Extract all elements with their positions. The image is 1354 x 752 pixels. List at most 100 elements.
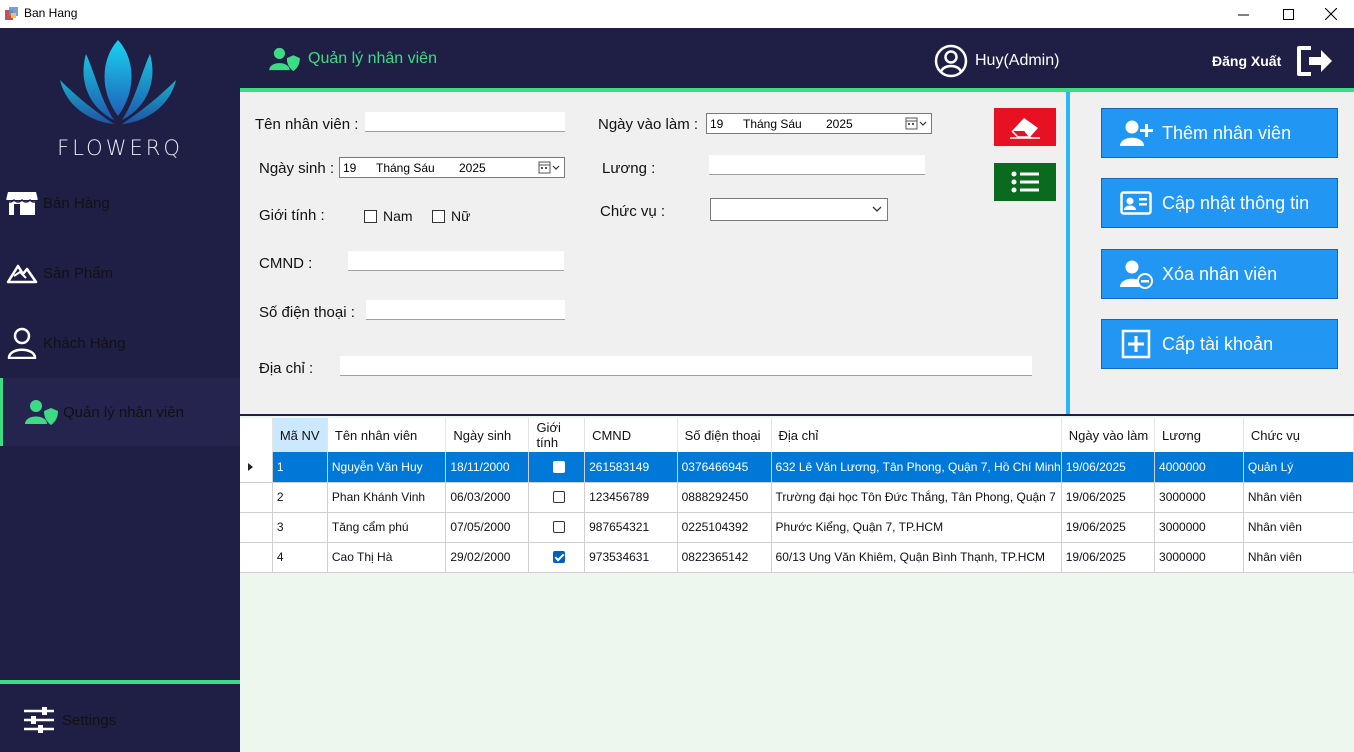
checkbox-unchecked-icon[interactable] — [552, 460, 565, 473]
cell-start[interactable]: 19/06/2025 — [1061, 452, 1156, 483]
column-header[interactable]: Chức vụ — [1243, 418, 1354, 452]
delete-employee-label: Xóa nhân viên — [1162, 263, 1278, 284]
column-header[interactable]: Tên nhân viên — [327, 418, 447, 452]
cell-name[interactable]: Phan Khánh Vinh — [327, 482, 447, 513]
cell-id[interactable]: 4 — [272, 542, 328, 573]
table-header-row: Mã NV Tên nhân viên Ngày sinh Giới tính … — [240, 418, 1354, 452]
settings-button[interactable]: Settings — [0, 700, 240, 740]
table-row[interactable]: 1 Nguyễn Văn Huy 18/11/2000 261583149 037646… — [240, 452, 1354, 483]
cell-position[interactable]: Nhân viên — [1243, 482, 1354, 513]
column-header[interactable]: Giới tính — [528, 418, 586, 452]
position-select[interactable] — [710, 198, 888, 221]
checkbox-unchecked-icon[interactable] — [552, 521, 565, 533]
sidebar-item-label: Quản lý nhân viên — [63, 403, 184, 421]
column-header[interactable]: Ngày sinh — [445, 418, 530, 452]
table-row[interactable]: 2 Phan Khánh Vinh 06/03/2000 123456789 08882… — [240, 482, 1354, 513]
column-header[interactable]: Địa chỉ — [771, 418, 1062, 452]
calendar-dropdown-icon[interactable] — [905, 116, 929, 131]
sidebar-item-san-pham[interactable]: Sản Phẩm — [0, 247, 240, 299]
gender-cell[interactable] — [528, 482, 586, 513]
cell-position[interactable]: Quản Lý — [1243, 452, 1354, 483]
cell-cmnd[interactable]: 987654321 — [584, 512, 678, 543]
sidebar-item-ban-hang[interactable]: Bán Hàng — [0, 177, 240, 229]
cell-position[interactable]: Nhân viên — [1243, 512, 1354, 543]
row-header[interactable] — [240, 482, 273, 513]
gender-female-checkbox[interactable]: Nữ — [432, 208, 470, 224]
birth-date-picker[interactable]: 19 Tháng Sáu 2025 — [339, 157, 565, 178]
checkbox-box[interactable] — [432, 209, 445, 223]
name-input[interactable] — [365, 112, 565, 132]
cell-start[interactable]: 19/06/2025 — [1061, 482, 1156, 513]
column-header[interactable]: CMND — [584, 418, 678, 452]
sidebar-item-quan-ly-nhan-vien[interactable]: Quản lý nhân viên — [0, 378, 240, 446]
table-row[interactable]: 3 Tăng cẩm phú 07/05/2000 987654321 02251043… — [240, 512, 1354, 543]
calendar-dropdown-icon[interactable] — [538, 160, 562, 175]
gender-cell[interactable] — [528, 542, 586, 573]
gender-cell[interactable] — [528, 452, 586, 483]
logout-button[interactable]: Đăng Xuất — [1212, 44, 1333, 78]
column-header[interactable]: Ngày vào làm — [1061, 418, 1156, 452]
chevron-down-icon — [872, 206, 882, 212]
address-input[interactable] — [340, 356, 1032, 376]
checkbox-box[interactable] — [364, 209, 377, 223]
name-label: Tên nhân viên : — [255, 116, 359, 133]
delete-employee-button[interactable]: Xóa nhân viên — [1101, 249, 1338, 299]
start-year: 2025 — [826, 116, 853, 131]
grant-account-button[interactable]: Cấp tài khoản — [1101, 319, 1338, 369]
cell-phone[interactable]: 0376466945 — [677, 452, 772, 483]
cell-salary[interactable]: 4000000 — [1154, 452, 1244, 483]
cell-address[interactable]: 60/13 Ung Văn Khiêm, Quận Bình Thạnh, TP… — [771, 542, 1062, 573]
row-header[interactable] — [240, 452, 273, 483]
row-header[interactable] — [240, 512, 273, 543]
sidebar-item-khach-hang[interactable]: Khách Hàng — [0, 317, 240, 369]
cell-dob[interactable]: 18/11/2000 — [445, 452, 530, 483]
cell-phone[interactable]: 0888292450 — [677, 482, 772, 513]
gender-female-label: Nữ — [451, 208, 471, 224]
minimize-button[interactable] — [1220, 0, 1266, 28]
gender-male-checkbox[interactable]: Nam — [364, 208, 413, 224]
cell-dob[interactable]: 29/02/2000 — [445, 542, 530, 573]
row-header[interactable] — [240, 542, 273, 573]
current-user: Huy(Admin) — [934, 44, 1059, 78]
cell-id[interactable]: 2 — [272, 482, 328, 513]
cell-salary[interactable]: 3000000 — [1154, 512, 1244, 543]
checkbox-unchecked-icon[interactable] — [552, 491, 565, 503]
cell-cmnd[interactable]: 123456789 — [584, 482, 678, 513]
cell-cmnd[interactable]: 973534631 — [584, 542, 678, 573]
cell-phone[interactable]: 0225104392 — [677, 512, 772, 543]
clear-form-button[interactable] — [994, 108, 1056, 146]
update-employee-button[interactable]: Cập nhật thông tin — [1101, 178, 1338, 228]
cell-id[interactable]: 1 — [272, 452, 328, 483]
id-input[interactable] — [348, 251, 564, 271]
cell-phone[interactable]: 0822365142 — [677, 542, 772, 573]
maximize-button[interactable] — [1265, 0, 1311, 28]
table-row[interactable]: 4 Cao Thị Hà 29/02/2000 973534631 0822365142… — [240, 542, 1354, 573]
cell-start[interactable]: 19/06/2025 — [1061, 512, 1156, 543]
checkbox-checked-icon[interactable] — [552, 551, 565, 563]
cell-position[interactable]: Nhân viên — [1243, 542, 1354, 573]
cell-address[interactable]: Phước Kiểng, Quận 7, TP.HCM — [771, 512, 1062, 543]
cell-id[interactable]: 3 — [272, 512, 328, 543]
column-header[interactable]: Mã NV — [272, 418, 328, 452]
column-header[interactable]: Số điện thoại — [677, 418, 772, 452]
cell-dob[interactable]: 06/03/2000 — [445, 482, 530, 513]
start-date-picker[interactable]: 19 Tháng Sáu 2025 — [706, 113, 932, 134]
cell-address[interactable]: Trường đại học Tôn Đức Thắng, Tân Phong,… — [771, 482, 1062, 513]
cell-start[interactable]: 19/06/2025 — [1061, 542, 1156, 573]
cell-cmnd[interactable]: 261583149 — [584, 452, 678, 483]
cell-name[interactable]: Cao Thị Hà — [327, 542, 447, 573]
birth-label: Ngày sinh : — [259, 160, 335, 177]
close-button[interactable] — [1308, 0, 1354, 28]
salary-input[interactable] — [709, 155, 925, 175]
cell-salary[interactable]: 3000000 — [1154, 542, 1244, 573]
column-header[interactable]: Lương — [1154, 418, 1244, 452]
cell-address[interactable]: 632 Lê Văn Lương, Tân Phong, Quận 7, Hồ … — [771, 452, 1062, 483]
gender-cell[interactable] — [528, 512, 586, 543]
cell-name[interactable]: Nguyễn Văn Huy — [327, 452, 447, 483]
add-employee-button[interactable]: Thêm nhân viên — [1101, 108, 1338, 158]
cell-salary[interactable]: 3000000 — [1154, 482, 1244, 513]
cell-dob[interactable]: 07/05/2000 — [445, 512, 530, 543]
cell-name[interactable]: Tăng cẩm phú — [327, 512, 447, 543]
list-all-button[interactable] — [994, 163, 1056, 201]
phone-input[interactable] — [366, 300, 565, 320]
